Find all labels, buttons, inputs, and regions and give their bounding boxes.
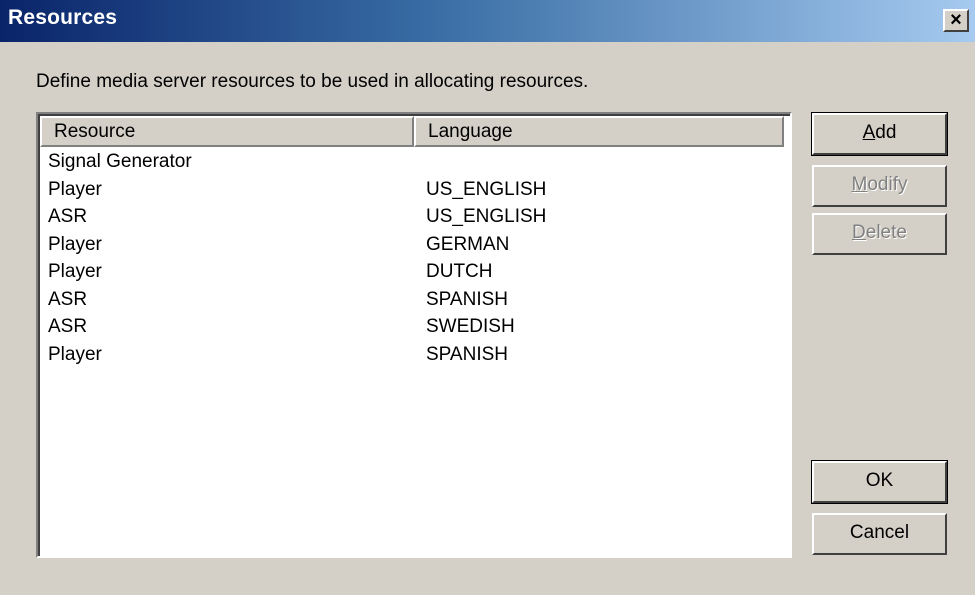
delete-mnemonic: D <box>852 222 866 243</box>
modify-label-rest: odify <box>867 174 908 195</box>
list-row[interactable]: ASR US_ENGLISH <box>40 203 790 231</box>
close-button[interactable]: × <box>943 9 969 32</box>
resource-list-frame: Resource Language Signal Generator Playe… <box>38 114 790 556</box>
cancel-button[interactable]: Cancel <box>812 513 947 555</box>
add-button[interactable]: Add <box>811 112 948 156</box>
resource-cell: Player <box>48 178 102 200</box>
list-header: Resource Language <box>40 116 790 147</box>
add-mnemonic: A <box>862 122 876 143</box>
list-row[interactable]: ASR SWEDISH <box>40 313 790 341</box>
language-cell: SPANISH <box>426 343 509 365</box>
resources-dialog: Resources × Define media server resource… <box>0 0 975 595</box>
language-cell <box>414 148 784 176</box>
language-cell: SPANISH <box>426 288 509 310</box>
resource-cell: Player <box>48 233 102 255</box>
resource-cell: Player <box>48 261 102 282</box>
language-cell: US_ENGLISH <box>426 206 547 227</box>
language-cell: US_ENGLISH <box>426 178 547 200</box>
list-row[interactable]: Player DUTCH <box>40 258 790 286</box>
delete-label-rest: elete <box>865 222 907 243</box>
delete-button[interactable]: Delete <box>812 213 947 255</box>
resource-cell: Player <box>48 343 102 365</box>
resource-list[interactable]: Resource Language Signal Generator Playe… <box>36 112 792 558</box>
language-cell: SWEDISH <box>426 316 515 337</box>
column-header-language[interactable]: Language <box>414 116 784 147</box>
close-icon: × <box>950 9 962 31</box>
dialog-title: Resources <box>8 6 118 29</box>
resource-cell: ASR <box>48 316 88 337</box>
list-row[interactable]: Player GERMAN <box>40 231 790 259</box>
ok-button[interactable]: OK <box>811 460 948 504</box>
title-bar[interactable]: Resources × <box>0 0 975 42</box>
list-rows: Signal Generator Player US_ENGLISH ASR U… <box>40 148 790 368</box>
resource-cell: Signal Generator <box>48 151 192 172</box>
list-row[interactable]: Player SPANISH <box>40 341 790 369</box>
list-row[interactable]: ASR SPANISH <box>40 286 790 314</box>
list-row[interactable]: Signal Generator <box>40 148 790 176</box>
column-header-resource[interactable]: Resource <box>40 116 414 147</box>
language-cell: DUTCH <box>426 261 493 282</box>
add-label-rest: dd <box>875 122 897 143</box>
resource-cell: ASR <box>48 288 88 310</box>
modify-mnemonic: M <box>851 174 868 195</box>
modify-button[interactable]: Modify <box>812 165 947 207</box>
resource-cell: ASR <box>48 206 88 227</box>
dialog-description: Define media server resources to be used… <box>36 71 589 92</box>
language-cell: GERMAN <box>426 233 510 255</box>
list-row[interactable]: Player US_ENGLISH <box>40 176 790 204</box>
